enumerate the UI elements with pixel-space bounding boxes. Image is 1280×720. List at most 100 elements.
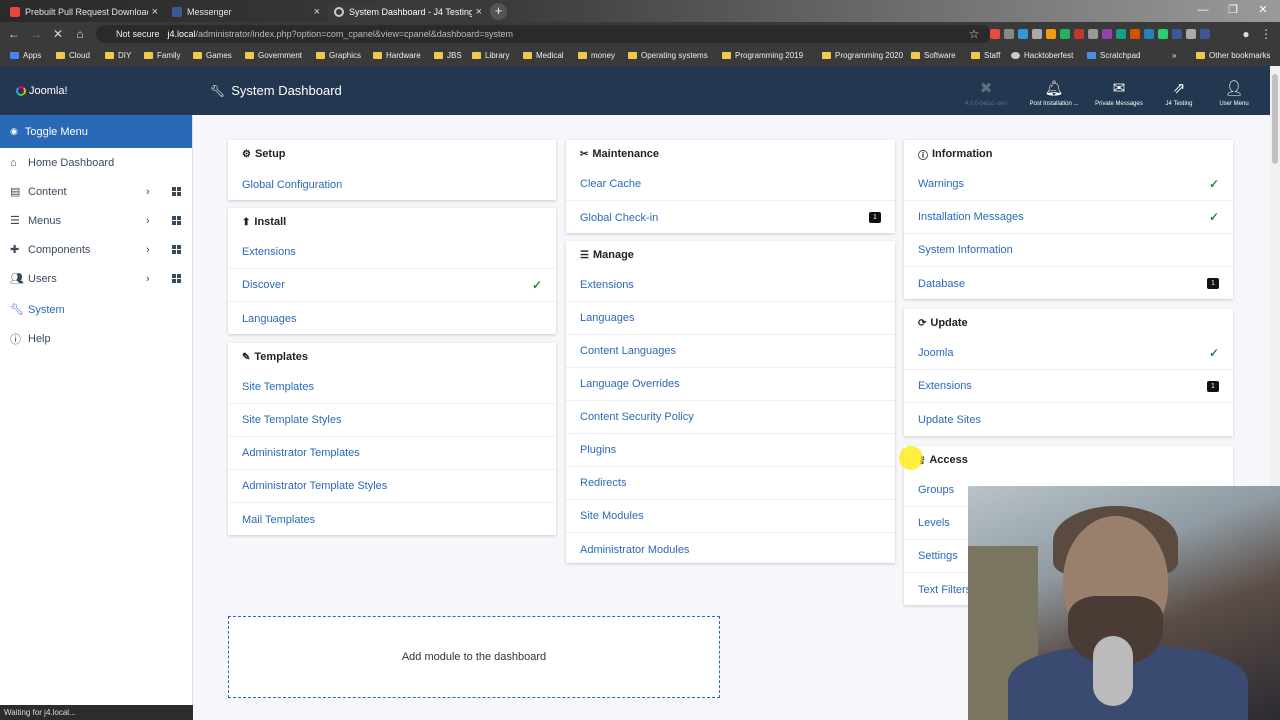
- extension-icon[interactable]: [1200, 29, 1210, 39]
- manage-item-plugins[interactable]: Plugins: [566, 434, 895, 467]
- install-item-extensions[interactable]: Extensions: [228, 236, 556, 269]
- site-link-button[interactable]: ⇗ J4 Testing: [1149, 80, 1209, 107]
- browser-tab[interactable]: Prebuilt Pull Request Download ×: [4, 2, 164, 22]
- extension-icon[interactable]: [1074, 29, 1084, 39]
- update-item-update-sites[interactable]: Update Sites: [904, 403, 1233, 436]
- toggle-menu-button[interactable]: ◉ Toggle Menu: [0, 115, 192, 148]
- browser-menu-icon[interactable]: ⋮: [1258, 26, 1274, 42]
- templates-item-site-template-styles[interactable]: Site Template Styles: [228, 404, 556, 437]
- bookmark-folder[interactable]: money: [578, 51, 615, 60]
- bookmark-folder[interactable]: JBS: [434, 51, 462, 60]
- forward-icon[interactable]: →: [28, 26, 44, 42]
- information-item-installation-messages[interactable]: Installation Messages ✓: [904, 201, 1233, 234]
- extension-icon[interactable]: [1158, 29, 1168, 39]
- bookmark-folder[interactable]: Hardware: [373, 51, 421, 60]
- scrollbar-thumb[interactable]: [1272, 74, 1278, 164]
- bookmark-folder[interactable]: Medical: [523, 51, 564, 60]
- profile-icon[interactable]: ●: [1238, 26, 1254, 42]
- maximize-icon[interactable]: ❐: [1223, 3, 1243, 17]
- extension-icon[interactable]: [1032, 29, 1042, 39]
- extension-icon[interactable]: [1088, 29, 1098, 39]
- chevron-right-icon[interactable]: ›: [146, 244, 150, 256]
- bookmark-folder[interactable]: Operating systems: [628, 51, 708, 60]
- information-item-database[interactable]: Database 1: [904, 267, 1233, 300]
- templates-item-administrator-template-styles[interactable]: Administrator Template Styles: [228, 470, 556, 503]
- bookmark-folder[interactable]: Graphics: [316, 51, 361, 60]
- bookmark-folder[interactable]: Programming 2019: [722, 51, 803, 60]
- home-browser-icon[interactable]: ⌂: [72, 26, 88, 42]
- extension-icon[interactable]: [990, 29, 1000, 39]
- update-item-extensions[interactable]: Extensions 1: [904, 370, 1233, 403]
- information-item-system-information[interactable]: System Information: [904, 234, 1233, 267]
- sidebar-item-content[interactable]: ▤ Content ›: [0, 177, 192, 206]
- bookmark-folder[interactable]: Staff: [971, 51, 1000, 60]
- bookmark-folder[interactable]: Games: [193, 51, 232, 60]
- joomla-logo[interactable]: Joomla!: [16, 85, 68, 97]
- bookmarks-overflow-icon[interactable]: »: [1172, 51, 1176, 60]
- install-item-languages[interactable]: Languages: [228, 302, 556, 335]
- browser-tab-active[interactable]: System Dashboard - J4 Testing ×: [328, 2, 488, 22]
- dashboard-grid-icon[interactable]: [172, 187, 181, 196]
- close-icon[interactable]: ×: [152, 6, 158, 18]
- close-window-icon[interactable]: ✕: [1253, 3, 1273, 17]
- chevron-right-icon[interactable]: ›: [146, 273, 150, 285]
- information-item-warnings[interactable]: Warnings ✓: [904, 168, 1233, 201]
- chevron-right-icon[interactable]: ›: [146, 186, 150, 198]
- extension-icon[interactable]: [1004, 29, 1014, 39]
- sidebar-item-help[interactable]: ⓘ Help: [0, 324, 192, 353]
- manage-item-redirects[interactable]: Redirects: [566, 467, 895, 500]
- dashboard-grid-icon[interactable]: [172, 274, 181, 283]
- maintenance-item-global-check-in[interactable]: Global Check-in 1: [566, 201, 895, 234]
- dashboard-grid-icon[interactable]: [172, 216, 181, 225]
- browser-tab[interactable]: Messenger ×: [166, 2, 326, 22]
- bookmark-folder[interactable]: Software: [911, 51, 956, 60]
- sidebar-item-system[interactable]: 🔧︎ System: [0, 295, 192, 324]
- bookmark-folder[interactable]: Government: [245, 51, 302, 60]
- manage-item-administrator-modules[interactable]: Administrator Modules: [566, 533, 895, 566]
- extension-icon[interactable]: [1186, 29, 1196, 39]
- back-icon[interactable]: ←: [6, 26, 22, 42]
- dashboard-grid-icon[interactable]: [172, 245, 181, 254]
- bookmark-folder[interactable]: Other bookmarks: [1196, 51, 1270, 60]
- extension-icon[interactable]: [1144, 29, 1154, 39]
- setup-item-global-configuration[interactable]: Global Configuration: [228, 168, 556, 201]
- manage-item-languages[interactable]: Languages: [566, 302, 895, 335]
- minimize-icon[interactable]: —: [1193, 3, 1213, 17]
- extension-icon[interactable]: [1060, 29, 1070, 39]
- maintenance-item-clear-cache[interactable]: Clear Cache: [566, 168, 895, 201]
- user-menu-button[interactable]: 👤︎ User Menu: [1204, 80, 1264, 107]
- close-icon[interactable]: ×: [476, 6, 482, 18]
- bookmark-folder[interactable]: DIY: [105, 51, 131, 60]
- manage-item-content-languages[interactable]: Content Languages: [566, 335, 895, 368]
- post-installation-button[interactable]: 🔔︎ Post Installation ...: [1024, 80, 1084, 107]
- extension-icon[interactable]: [1102, 29, 1112, 39]
- bookmark-link[interactable]: Scratchpad: [1087, 51, 1140, 60]
- manage-item-extensions[interactable]: Extensions: [566, 269, 895, 302]
- extension-icon[interactable]: [1116, 29, 1126, 39]
- manage-item-language-overrides[interactable]: Language Overrides: [566, 368, 895, 401]
- url-field[interactable]: Not secure j4.local/administrator/index.p…: [96, 25, 991, 43]
- extension-icon[interactable]: [1046, 29, 1056, 39]
- manage-item-site-modules[interactable]: Site Modules: [566, 500, 895, 533]
- templates-item-administrator-templates[interactable]: Administrator Templates: [228, 437, 556, 470]
- bookmark-apps[interactable]: Apps: [10, 51, 41, 60]
- version-button[interactable]: ✖ 4.0.0-beta1-dev: [956, 80, 1016, 107]
- star-icon[interactable]: ☆: [966, 26, 982, 42]
- bookmark-folder[interactable]: Family: [144, 51, 181, 60]
- extension-icon[interactable]: [1172, 29, 1182, 39]
- extension-icon[interactable]: [1130, 29, 1140, 39]
- bookmark-folder[interactable]: Library: [472, 51, 509, 60]
- templates-item-mail-templates[interactable]: Mail Templates: [228, 503, 556, 536]
- templates-item-site-templates[interactable]: Site Templates: [228, 371, 556, 404]
- extension-icon[interactable]: [1018, 29, 1028, 39]
- bookmark-folder[interactable]: Cloud: [56, 51, 90, 60]
- bookmark-link[interactable]: Hacktoberfest: [1011, 51, 1073, 60]
- sidebar-item-users[interactable]: 👥︎ Users ›: [0, 264, 192, 293]
- sidebar-item-menus[interactable]: ☰ Menus ›: [0, 206, 192, 235]
- bookmark-folder[interactable]: Programming 2020: [822, 51, 903, 60]
- close-icon[interactable]: ×: [314, 6, 320, 18]
- new-tab-button[interactable]: +: [490, 3, 507, 20]
- sidebar-item-components[interactable]: ✚ Components ›: [0, 235, 192, 264]
- install-item-discover[interactable]: Discover ✓: [228, 269, 556, 302]
- update-item-joomla[interactable]: Joomla ✓: [904, 337, 1233, 370]
